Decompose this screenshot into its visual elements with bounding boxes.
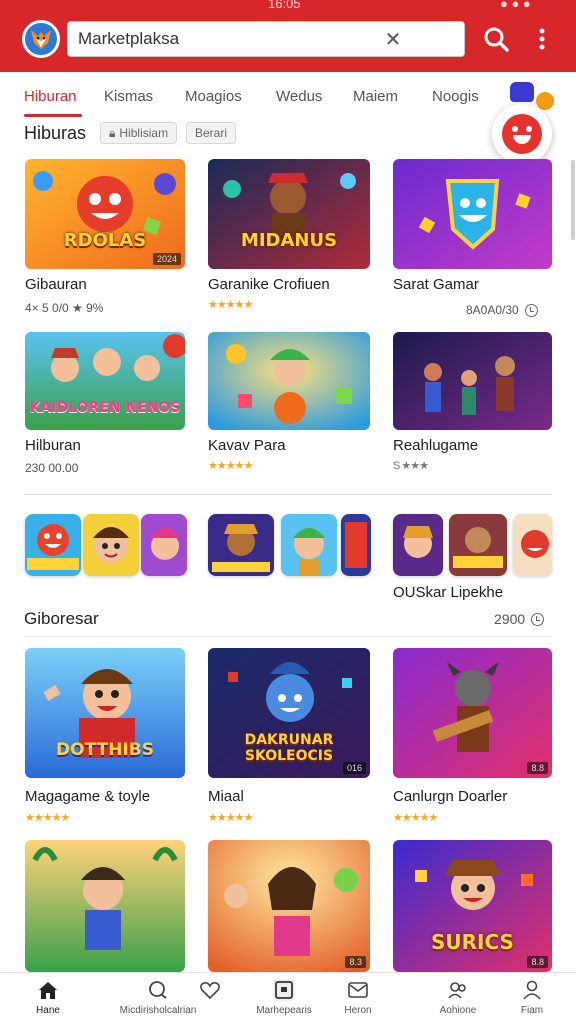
search-icon[interactable] — [480, 24, 512, 54]
rating-stars: ★★★★★ — [208, 460, 253, 472]
game-title[interactable]: Hilburan — [25, 437, 81, 454]
thumbnail-badge: 2024 — [152, 253, 181, 265]
mascot-icon — [502, 114, 542, 154]
clock-icon — [531, 612, 545, 626]
rating-stars: ★★★★★ — [208, 812, 253, 824]
tab-noogis[interactable]: Noogis — [432, 88, 479, 105]
home-icon — [37, 979, 59, 1001]
game-thumbnail[interactable]: 8.8 — [393, 648, 552, 778]
game-thumbnail[interactable] — [25, 840, 185, 972]
rating-stars: ★★★★★ — [393, 812, 438, 824]
thumbnail-title: MIDANUS — [240, 230, 338, 251]
game-thumbnail[interactable]: SURICS 8.8 — [393, 840, 552, 972]
mini-game-icon[interactable] — [449, 514, 507, 576]
tab-kismas[interactable]: Kismas — [104, 88, 153, 105]
more-vert-icon[interactable] — [526, 24, 558, 54]
mail-icon — [347, 979, 369, 1001]
divider — [24, 636, 552, 637]
thumbnail-title: DAKRUNAR SKOLEOCIS — [244, 732, 334, 764]
status-indicators: ● ● ● — [500, 0, 531, 11]
nav-profile[interactable]: Fiam — [484, 979, 576, 1016]
thumbnail-title: KAIDLOREN NENOS — [29, 400, 181, 416]
bottom-nav: Hane Micdirisholcalrian Marhepearis Hero… — [0, 972, 576, 1024]
game-title[interactable]: Canlurgn Doarler — [393, 788, 507, 805]
search-bar[interactable]: ✕ — [67, 21, 465, 57]
section-title: Hiburas — [24, 123, 87, 143]
profile-icon — [521, 979, 543, 1001]
game-meta: 8A0A0/30 — [466, 303, 538, 317]
mini-game-icon[interactable] — [281, 514, 337, 576]
filter-chip[interactable]: Berari — [186, 122, 237, 144]
game-title[interactable]: Reahlugame — [393, 437, 478, 454]
cart-icon[interactable] — [510, 82, 534, 102]
game-title[interactable]: Miaal — [208, 788, 244, 805]
mini-game-icon[interactable] — [141, 514, 187, 576]
thumbnail-title: DOTTHIBS — [56, 740, 154, 760]
game-thumbnail[interactable]: KAIDLOREN NENOS — [25, 332, 185, 430]
game-meta: 4× 5 0/0 ★ 9% — [25, 301, 104, 315]
filter-chip[interactable]: 🔒︎ Hiblisiam — [100, 122, 178, 144]
fox-logo-icon[interactable] — [22, 20, 60, 58]
heart-icon — [199, 979, 221, 1001]
mini-game-icon[interactable] — [393, 514, 443, 576]
game-title[interactable]: Sarat Gamar — [393, 276, 479, 293]
game-title[interactable]: Gibauran — [25, 276, 87, 293]
lock-icon: 🔒︎ — [109, 125, 116, 140]
close-icon[interactable]: ✕ — [382, 27, 404, 52]
tab-maiem[interactable]: Maiem — [353, 88, 398, 105]
thumbnail-title: SURICS — [431, 930, 514, 954]
thumbnail-badge: 8.8 — [527, 956, 548, 968]
store-icon — [273, 979, 295, 1001]
tab-wedus[interactable]: Wedus — [276, 88, 322, 105]
game-thumbnail[interactable]: MIDANUS — [208, 159, 370, 269]
mini-game-icon[interactable] — [25, 514, 81, 576]
mini-game-icon[interactable] — [208, 514, 274, 576]
tab-hiburan[interactable]: Hiburan — [24, 88, 77, 105]
game-thumbnail[interactable]: DOTTHIBS — [25, 648, 185, 778]
game-title[interactable]: Garanike Crofiuen — [208, 276, 330, 293]
thumbnail-badge: 8.8 — [527, 762, 548, 774]
nav-inbox[interactable]: Heron — [310, 979, 406, 1016]
app-bar: 16:05 ● ● ● ✕ — [0, 0, 576, 72]
tab-moagios[interactable]: Moagios — [185, 88, 242, 105]
game-thumbnail[interactable]: 8.3 — [208, 840, 370, 972]
nav-home[interactable]: Hane — [0, 979, 96, 1016]
tab-indicator — [24, 114, 82, 117]
mini-game-icon[interactable] — [513, 514, 552, 576]
rating-stars: S ★★★ — [393, 460, 429, 472]
category-tabs: Hiburan Kismas Moagios Wedus Maiem Noogi… — [0, 76, 576, 120]
mini-game-icon[interactable] — [341, 514, 371, 576]
rating-stars: ★★★★★ — [208, 299, 253, 311]
section-meta: 2900 — [494, 611, 545, 627]
game-title[interactable]: Magagame & toyle — [25, 788, 150, 805]
game-thumbnail[interactable]: DAKRUNAR SKOLEOCIS 016 — [208, 648, 370, 778]
divider — [24, 494, 552, 495]
game-thumbnail[interactable] — [208, 332, 370, 430]
thumbnail-badge: 8.3 — [345, 956, 366, 968]
clock-icon — [524, 303, 538, 317]
game-thumbnail[interactable]: RDOLAS 2024 — [25, 159, 185, 269]
search-input[interactable] — [78, 29, 382, 49]
game-meta: 230 00.00 — [25, 461, 79, 475]
thumbnail-title: RDOLAS — [63, 230, 147, 251]
section-title: Giboresar — [24, 609, 99, 628]
strip-caption: OUSkar Lipekhe — [393, 584, 504, 601]
thumbnail-badge: 016 — [342, 762, 366, 774]
status-time: 16:05 — [268, 0, 301, 11]
game-title[interactable]: Kavav Para — [208, 437, 286, 454]
game-thumbnail[interactable] — [393, 332, 552, 430]
scrollbar[interactable] — [571, 160, 575, 240]
mascot-fab-button[interactable] — [492, 104, 552, 164]
rating-stars: ★★★★★ — [25, 812, 70, 824]
mini-game-icon[interactable] — [83, 514, 139, 576]
group-icon — [447, 979, 469, 1001]
game-thumbnail[interactable] — [393, 159, 552, 269]
